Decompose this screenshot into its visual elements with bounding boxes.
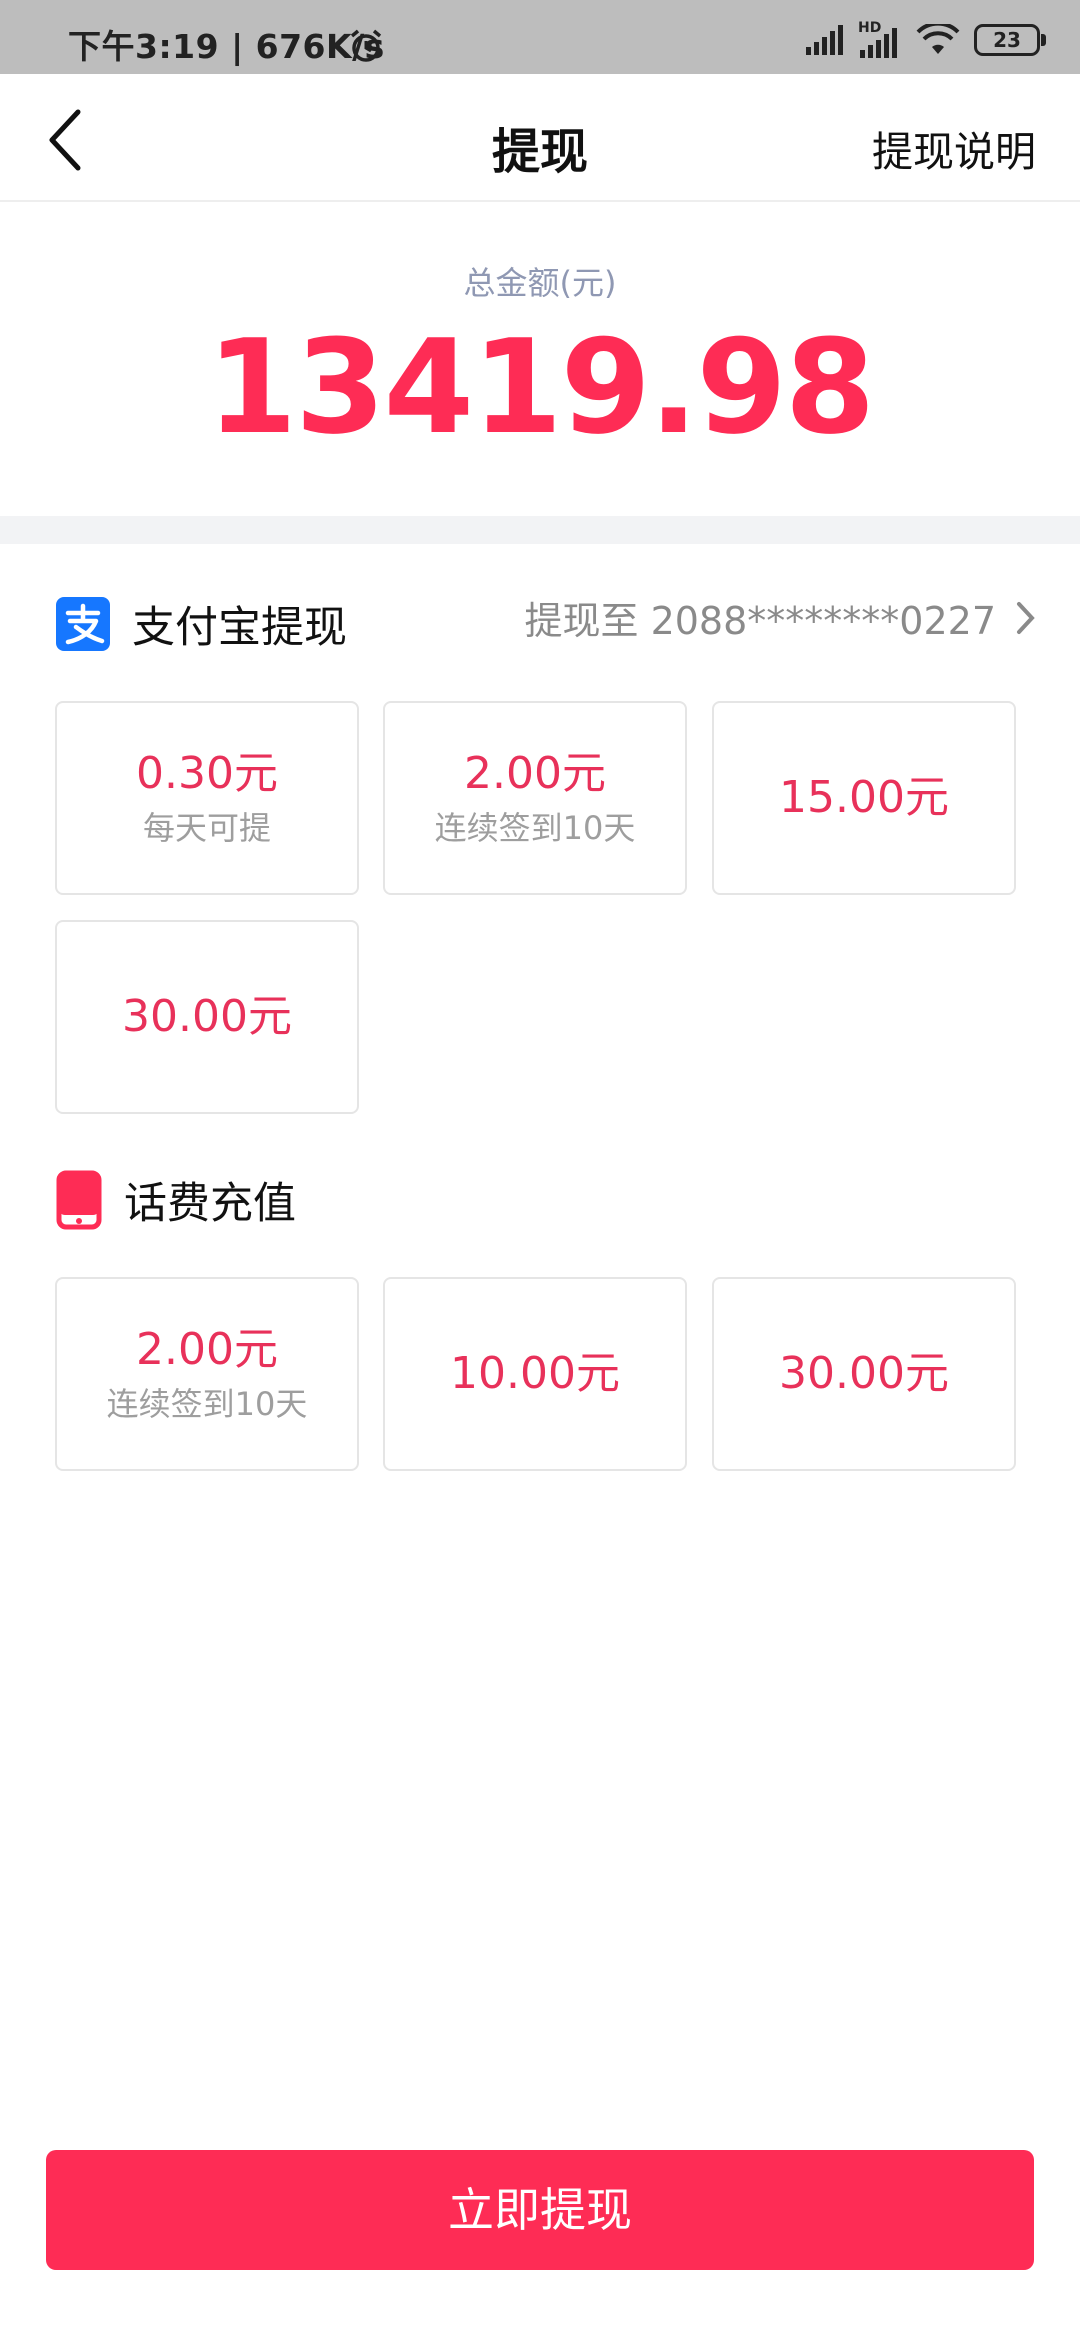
nav-bar: 提现 提现说明 — [0, 74, 1080, 202]
option-amount: 2.00元 — [136, 1324, 278, 1375]
option-amount: 30.00元 — [779, 1348, 949, 1399]
phone-option-2-00[interactable]: 2.00元 连续签到10天 — [55, 1277, 359, 1471]
alipay-section-header: 支付宝提现 — [56, 594, 347, 654]
option-note: 连续签到10天 — [434, 809, 636, 847]
phone-icon — [56, 1170, 102, 1230]
option-amount: 30.00元 — [122, 991, 292, 1042]
option-note: 连续签到10天 — [106, 1385, 308, 1423]
total-amount-label: 总金额(元) — [463, 264, 617, 302]
alipay-account-text: 提现至 2088********0227 — [524, 599, 997, 643]
option-amount: 15.00元 — [779, 772, 949, 823]
phone-option-10-00[interactable]: 10.00元 — [383, 1277, 687, 1471]
option-amount: 0.30元 — [136, 748, 278, 799]
alipay-icon — [56, 597, 110, 651]
alarm-icon — [350, 29, 382, 62]
total-amount-value: 13419.98 — [206, 311, 876, 463]
phone-section-title: 话费充值 — [124, 1179, 296, 1229]
option-amount: 2.00元 — [464, 748, 606, 799]
wifi-icon — [916, 24, 960, 54]
phone-section-header: 话费充值 — [56, 1170, 296, 1230]
signal-icon — [806, 25, 843, 55]
chevron-right-icon — [1017, 601, 1035, 634]
alipay-section-title: 支付宝提现 — [132, 603, 347, 653]
alipay-option-2-00[interactable]: 2.00元 连续签到10天 — [383, 701, 687, 895]
option-note: 每天可提 — [142, 809, 271, 847]
battery-icon: 23 — [974, 24, 1046, 56]
withdraw-instructions-link[interactable]: 提现说明 — [872, 118, 1036, 178]
withdraw-now-button[interactable]: 立即提现 — [46, 2150, 1034, 2270]
hd-signal-icon: HD — [858, 20, 902, 58]
section-divider — [0, 516, 1080, 544]
alipay-option-30-00[interactable]: 30.00元 — [55, 920, 359, 1114]
option-amount: 10.00元 — [450, 1348, 620, 1399]
phone-option-30-00[interactable]: 30.00元 — [712, 1277, 1016, 1471]
hd-label: HD — [858, 20, 882, 36]
status-bar: 下午3:19 | 676K/s HD 23 — [0, 0, 1080, 74]
status-time: 下午3:19 | 676K/s — [68, 27, 385, 66]
status-icons: HD 23 — [804, 20, 1046, 60]
alipay-option-15-00[interactable]: 15.00元 — [712, 701, 1016, 895]
alipay-option-0-30[interactable]: 0.30元 每天可提 — [55, 701, 359, 895]
alipay-account-selector[interactable]: 提现至 2088********0227 — [525, 590, 1037, 645]
